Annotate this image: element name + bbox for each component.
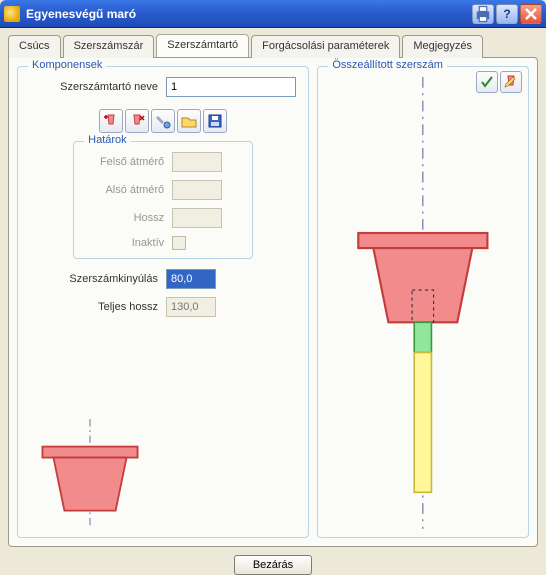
holder-preview-canvas <box>26 329 300 529</box>
client-area: Csúcs Szerszámszár Szerszámtartó Forgács… <box>0 28 546 553</box>
close-button[interactable] <box>520 4 542 24</box>
input-szerszamkinyulas[interactable] <box>166 269 216 289</box>
titlebar: Egyenesvégű maró ? <box>0 0 546 28</box>
print-button[interactable] <box>472 4 494 24</box>
input-hossz <box>172 208 222 228</box>
tab-page: Komponensek Szerszámtartó neve <box>8 57 538 547</box>
group-hatarok: Határok Felső átmérő Alsó átmérő Hossz I… <box>73 141 253 259</box>
group-hatarok-legend: Határok <box>84 134 131 146</box>
save-icon[interactable] <box>203 109 227 133</box>
delete-holder-icon[interactable] <box>125 109 149 133</box>
tools-icon[interactable] <box>151 109 175 133</box>
tab-csucs[interactable]: Csúcs <box>8 35 61 58</box>
group-komponensek: Komponensek Szerszámtartó neve <box>17 66 309 538</box>
label-szerszamkinyulas: Szerszámkinyúlás <box>26 273 166 285</box>
label-inaktiv: Inaktív <box>82 237 172 249</box>
label-felso-atmero: Felső átmérő <box>82 156 172 168</box>
assembled-tool-canvas <box>326 77 520 529</box>
tab-szerszamtarto[interactable]: Szerszámtartó <box>156 34 249 57</box>
window-title: Egyenesvégű maró <box>26 7 470 21</box>
tab-szerszamszar[interactable]: Szerszámszár <box>63 35 155 58</box>
tab-strip: Csúcs Szerszámszár Szerszámtartó Forgács… <box>8 34 538 57</box>
input-teljes-hossz <box>166 297 216 317</box>
app-icon <box>4 6 20 22</box>
browse-icon[interactable] <box>177 109 201 133</box>
input-also-atmero <box>172 180 222 200</box>
label-also-atmero: Alsó átmérő <box>82 184 172 196</box>
label-szerszamtarto-neve: Szerszámtartó neve <box>26 81 166 93</box>
row-szerszamtarto-neve: Szerszámtartó neve <box>26 77 300 97</box>
help-button[interactable]: ? <box>496 4 518 24</box>
label-teljes-hossz: Teljes hossz <box>26 301 166 313</box>
holder-toolbar <box>26 109 300 133</box>
bottom-bar: Bezárás <box>8 547 538 575</box>
group-osszeallitott-legend: Összeállított szerszám <box>328 59 447 71</box>
close-dialog-button[interactable]: Bezárás <box>234 555 312 575</box>
tab-forgacsolasi[interactable]: Forgácsolási paraméterek <box>251 35 400 58</box>
input-felso-atmero <box>172 152 222 172</box>
checkbox-inaktiv <box>172 236 186 250</box>
assembled-toolbar <box>476 71 522 93</box>
input-szerszamtarto-neve[interactable] <box>166 77 296 97</box>
add-holder-icon[interactable] <box>99 109 123 133</box>
group-osszeallitott: Összeállított szerszám <box>317 66 529 538</box>
tab-megjegyzes[interactable]: Megjegyzés <box>402 35 483 58</box>
group-komponensek-legend: Komponensek <box>28 59 106 71</box>
check-icon[interactable] <box>476 71 498 93</box>
label-hossz: Hossz <box>82 212 172 224</box>
edit-tool-icon[interactable] <box>500 71 522 93</box>
